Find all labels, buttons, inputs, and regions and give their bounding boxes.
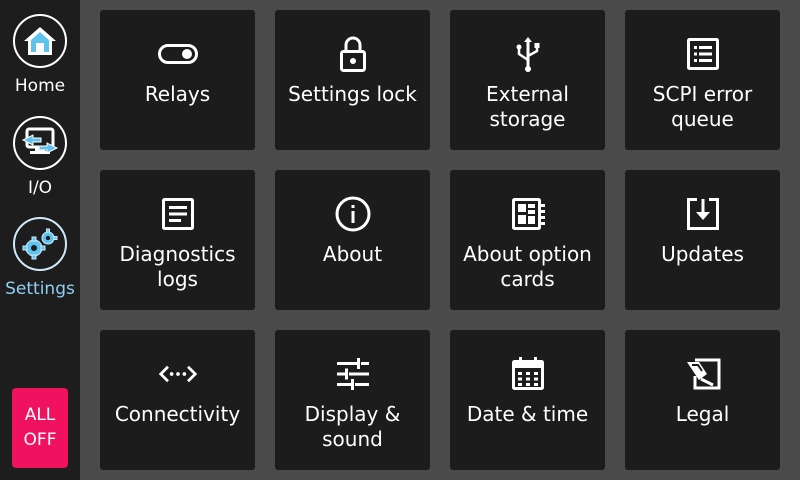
tile-label: Settings lock (288, 82, 417, 106)
list-icon (683, 34, 723, 74)
tile-scpi-error-queue[interactable]: SCPI error queue (625, 10, 780, 150)
usb-icon (508, 34, 548, 74)
sidebar-item-settings[interactable]: Settings (0, 217, 80, 298)
tile-label: Display & sound (304, 402, 401, 451)
tile-label: SCPI error queue (652, 82, 753, 131)
tile-diagnostics-logs[interactable]: Diagnostics logs (100, 170, 255, 310)
tile-label: Relays (144, 82, 211, 106)
settings-icon (13, 217, 67, 271)
tile-label: Connectivity (114, 402, 241, 426)
calendar-icon (508, 354, 548, 394)
tile-about-option-cards[interactable]: About option cards (450, 170, 605, 310)
info-icon (333, 194, 373, 234)
toggle-icon (157, 34, 198, 74)
sidebar: Home I/O Settings ALL OFF (0, 0, 80, 480)
tile-relays[interactable]: Relays (100, 10, 255, 150)
sidebar-item-io[interactable]: I/O (0, 116, 80, 197)
home-icon (13, 14, 67, 68)
tile-display-and-sound[interactable]: Display & sound (275, 330, 430, 470)
tile-external-storage[interactable]: External storage (450, 10, 605, 150)
tile-label: Date & time (466, 402, 589, 426)
download-icon (683, 194, 723, 234)
tile-label: About option cards (463, 242, 592, 291)
lock-icon (333, 34, 373, 74)
tile-updates[interactable]: Updates (625, 170, 780, 310)
tile-label: External storage (486, 82, 569, 131)
io-icon (13, 116, 67, 170)
sidebar-item-label: Home (14, 76, 66, 96)
tile-date-and-time[interactable]: Date & time (450, 330, 605, 470)
tile-legal[interactable]: Legal (625, 330, 780, 470)
document-icon (158, 194, 198, 234)
tile-label: Diagnostics logs (119, 242, 236, 291)
all-off-label-line2: OFF (23, 430, 57, 450)
tile-settings-lock[interactable]: Settings lock (275, 10, 430, 150)
card-icon (508, 194, 548, 234)
tile-about[interactable]: About (275, 170, 430, 310)
sliders-icon (333, 354, 373, 394)
all-off-label-line1: ALL (24, 405, 56, 425)
tile-label: Legal (675, 402, 730, 426)
tile-connectivity[interactable]: Connectivity (100, 330, 255, 470)
sidebar-item-label: I/O (27, 178, 53, 198)
sidebar-item-label: Settings (5, 279, 75, 299)
all-off-button[interactable]: ALL OFF (12, 388, 68, 468)
connectivity-icon (158, 354, 198, 394)
tile-label: About (322, 242, 383, 266)
legal-icon (683, 354, 723, 394)
settings-screen: Home I/O Settings ALL OFF Relays Setting… (0, 0, 800, 480)
tile-label: Updates (661, 242, 744, 266)
sidebar-item-home[interactable]: Home (0, 14, 80, 95)
